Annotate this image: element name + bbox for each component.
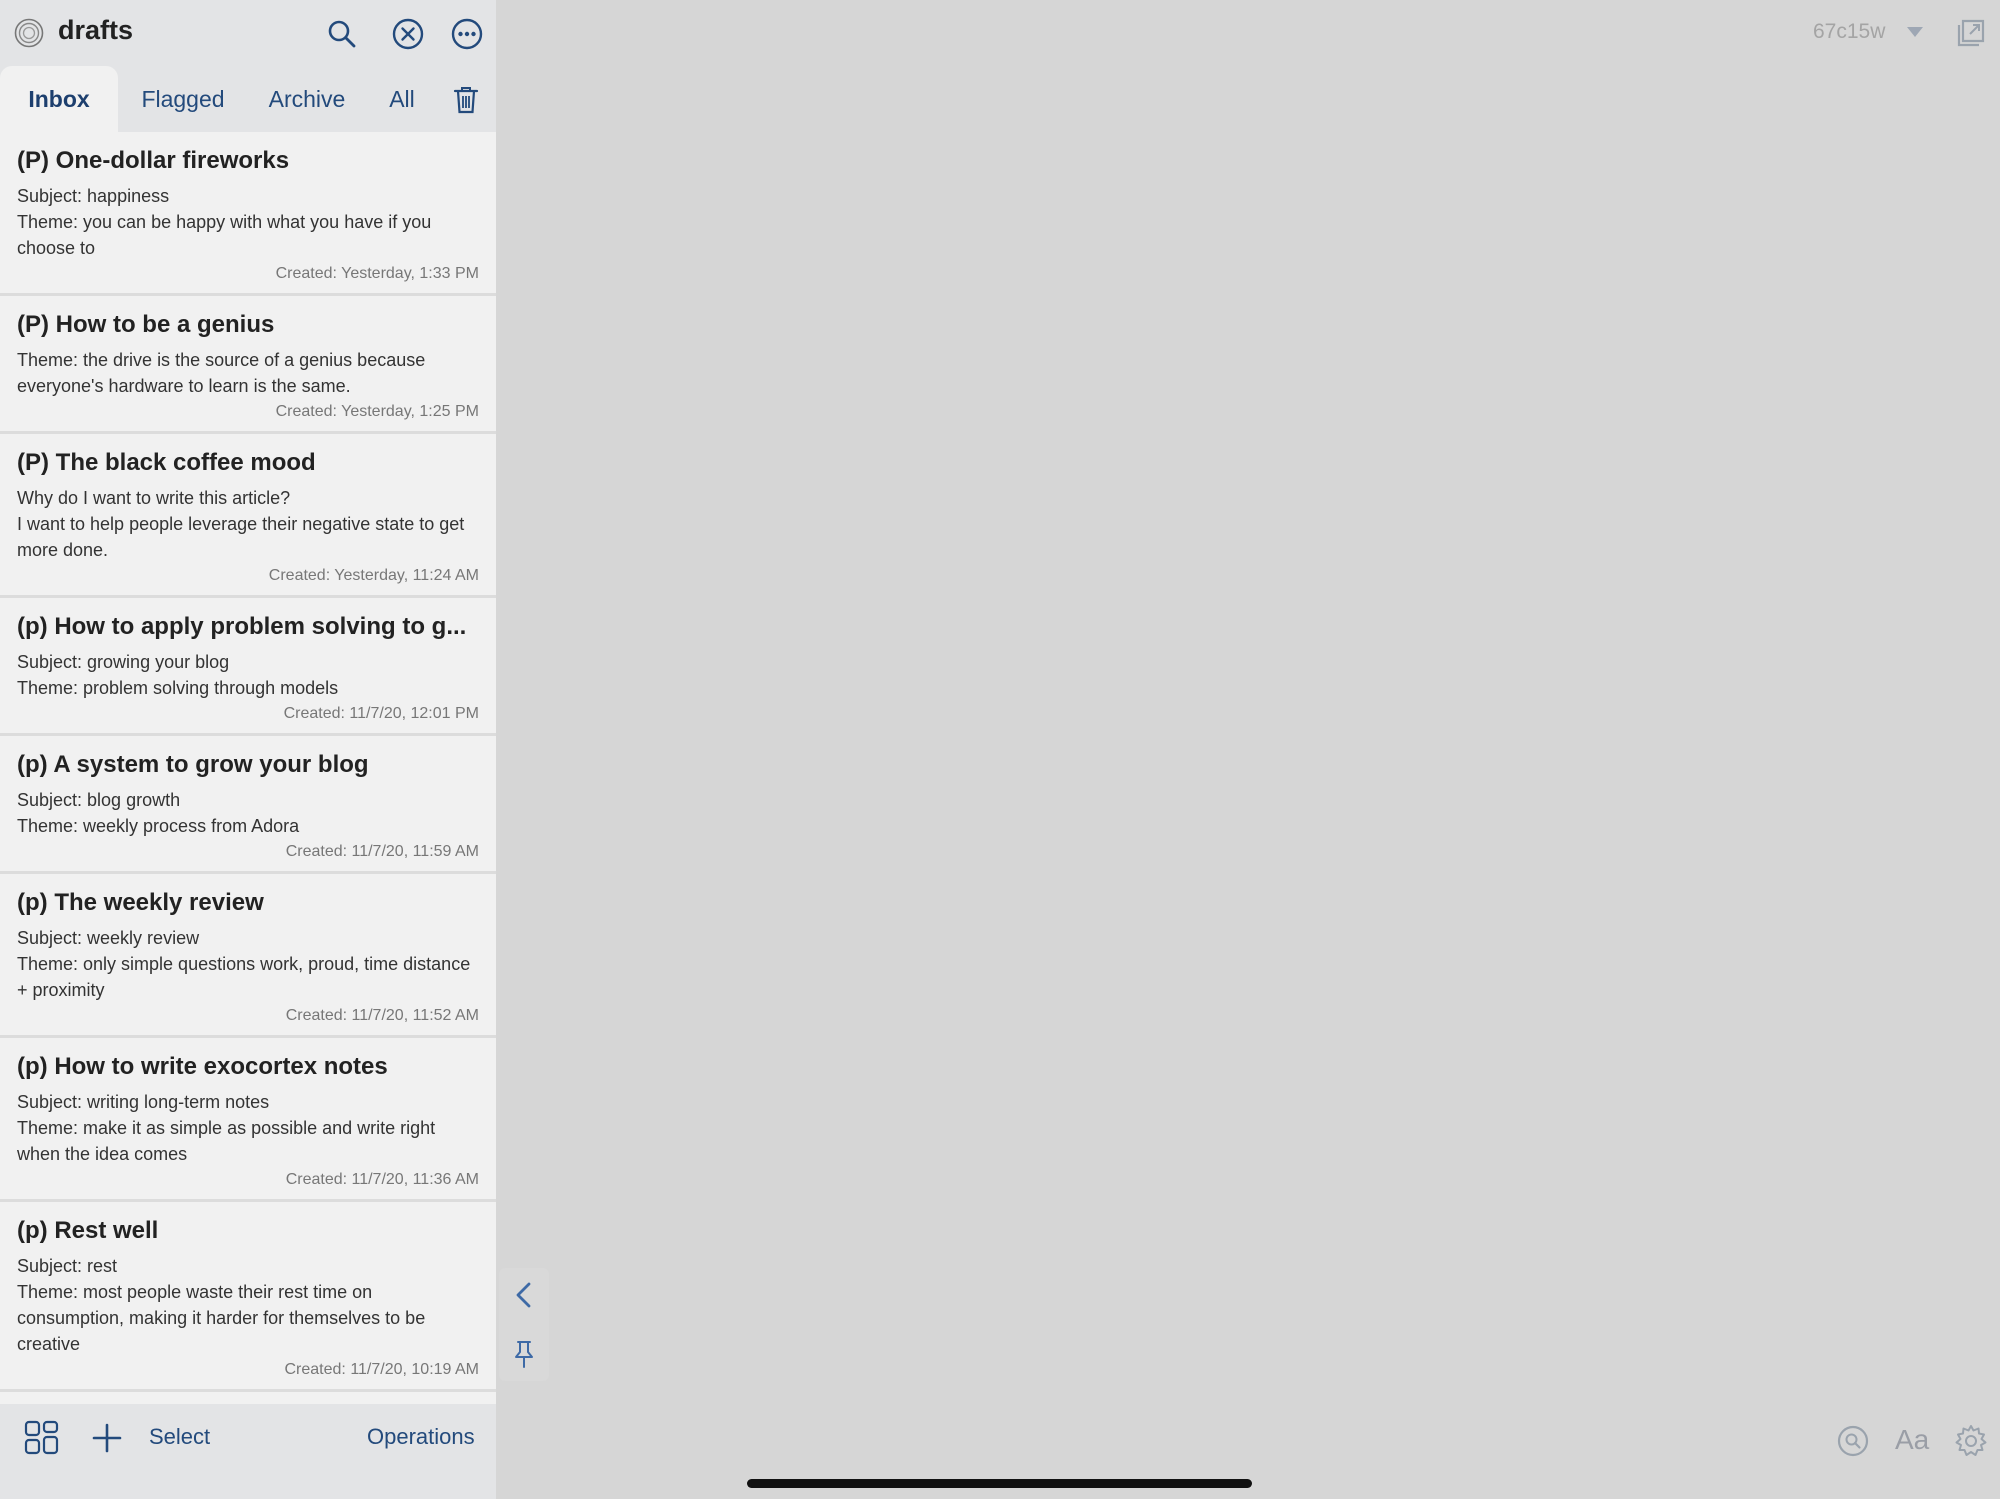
operations-button[interactable]: Operations xyxy=(367,1424,475,1450)
draft-title: (p) The weekly review xyxy=(17,889,264,916)
search-icon[interactable] xyxy=(325,17,359,51)
draft-preview-line: Theme: only simple questions work, proud… xyxy=(17,954,471,1000)
panel-controls xyxy=(499,1268,549,1381)
clear-filter-icon[interactable] xyxy=(391,17,425,51)
pin-icon[interactable] xyxy=(511,1339,537,1369)
draft-list-item[interactable]: (p) How to apply problem solving to g...… xyxy=(0,598,496,736)
find-icon[interactable] xyxy=(1836,1424,1870,1458)
draft-list-item[interactable]: (P) How to be a genius Theme: the drive i… xyxy=(0,296,496,434)
draft-preview-line: Subject: weekly review xyxy=(17,928,200,948)
app-title: drafts xyxy=(58,15,134,45)
draft-preview-line: Theme: the drive is the source of a geni… xyxy=(17,350,426,396)
folder-tabs: Inbox Flagged Archive All xyxy=(0,66,496,132)
draft-preview-line: Theme: problem solving through models xyxy=(17,678,339,698)
workspace-selector-label[interactable]: 67c15w xyxy=(1813,20,1885,44)
draft-title: (p) Rest well xyxy=(17,1217,159,1244)
draft-title: (P) The black coffee mood xyxy=(17,449,316,476)
more-options-icon[interactable] xyxy=(450,17,484,51)
draft-title: (p) A system to grow your blog xyxy=(17,751,369,778)
draft-created-date: Created: Yesterday, 11:24 AM xyxy=(268,567,479,584)
draft-title: (P) How to be a genius xyxy=(17,311,275,338)
draft-preview-line: Theme: most people waste their rest time… xyxy=(17,1282,426,1354)
new-draft-plus-icon[interactable] xyxy=(89,1420,125,1456)
tab-archive[interactable]: Archive xyxy=(252,66,362,132)
workspaces-grid-icon[interactable] xyxy=(24,1420,60,1456)
draft-list-item[interactable]: (P) The black coffee mood Why do I want t… xyxy=(0,434,496,598)
home-indicator xyxy=(747,1479,1252,1488)
drafts-logo-icon xyxy=(14,18,44,48)
expand-editor-icon[interactable] xyxy=(1957,17,1987,47)
draft-preview-line: Theme: weekly process from Adora xyxy=(17,816,300,836)
draft-title: (p) How to apply problem solving to g... xyxy=(17,613,467,640)
select-button[interactable]: Select xyxy=(149,1424,210,1450)
gear-icon[interactable] xyxy=(1954,1424,1988,1458)
draft-list-item[interactable]: (P) One-dollar fireworks Subject: happine… xyxy=(0,132,496,296)
draft-preview-line: Subject: rest xyxy=(17,1256,118,1276)
draft-created-date: Created: 11/7/20, 10:19 AM xyxy=(284,1361,480,1378)
draft-created-date: Created: Yesterday, 1:25 PM xyxy=(275,403,479,420)
draft-created-date: Created: 11/7/20, 11:59 AM xyxy=(285,843,479,860)
draft-list-item[interactable]: (p) Rest well Subject: rest Theme: most pe… xyxy=(0,1202,496,1392)
tab-inbox[interactable]: Inbox xyxy=(0,66,118,132)
draft-preview-line: Theme: make it as simple as possible and… xyxy=(17,1118,436,1164)
font-settings-button[interactable]: Aa xyxy=(1895,1424,1929,1456)
draft-list-item[interactable]: (p) How to write exocortex notes Subject:… xyxy=(0,1038,496,1202)
chevron-left-icon[interactable] xyxy=(511,1280,537,1310)
draft-preview-line: Theme: you can be happy with what you ha… xyxy=(17,212,432,258)
tab-flagged[interactable]: Flagged xyxy=(128,66,238,132)
draft-title: (p) How to write exocortex notes xyxy=(17,1053,388,1080)
draft-preview-line: Subject: writing long-term notes xyxy=(17,1092,270,1112)
draft-preview-line: Subject: blog growth xyxy=(17,790,181,810)
sidebar-toolbar: Select Operations xyxy=(0,1404,496,1499)
draft-created-date: Created: 11/7/20, 11:52 AM xyxy=(285,1007,479,1024)
draft-created-date: Created: 11/7/20, 12:01 PM xyxy=(283,705,479,722)
draft-list-item[interactable]: (p) A system to grow your blog Subject: b… xyxy=(0,736,496,874)
chevron-down-icon[interactable] xyxy=(1906,26,1924,38)
trash-icon[interactable] xyxy=(452,85,480,115)
draft-created-date: Created: Yesterday, 1:33 PM xyxy=(275,265,479,282)
tab-all[interactable]: All xyxy=(372,66,432,132)
draft-preview-line: Why do I want to write this article? xyxy=(17,488,291,508)
sidebar-header: drafts xyxy=(0,0,496,66)
draft-preview-line: Subject: happiness xyxy=(17,186,170,206)
draft-preview-line: I want to help people leverage their neg… xyxy=(17,514,465,560)
draft-preview-line: Subject: growing your blog xyxy=(17,652,230,672)
draft-list-item[interactable]: (p) The weekly review Subject: weekly rev… xyxy=(0,874,496,1038)
draft-list: (P) One-dollar fireworks Subject: happine… xyxy=(0,132,496,1404)
draft-created-date: Created: 11/7/20, 11:36 AM xyxy=(285,1171,479,1188)
draft-list-sidebar: drafts Inbox Flagged Archive All (P) One… xyxy=(0,0,496,1499)
draft-title: (P) One-dollar fireworks xyxy=(17,147,290,174)
